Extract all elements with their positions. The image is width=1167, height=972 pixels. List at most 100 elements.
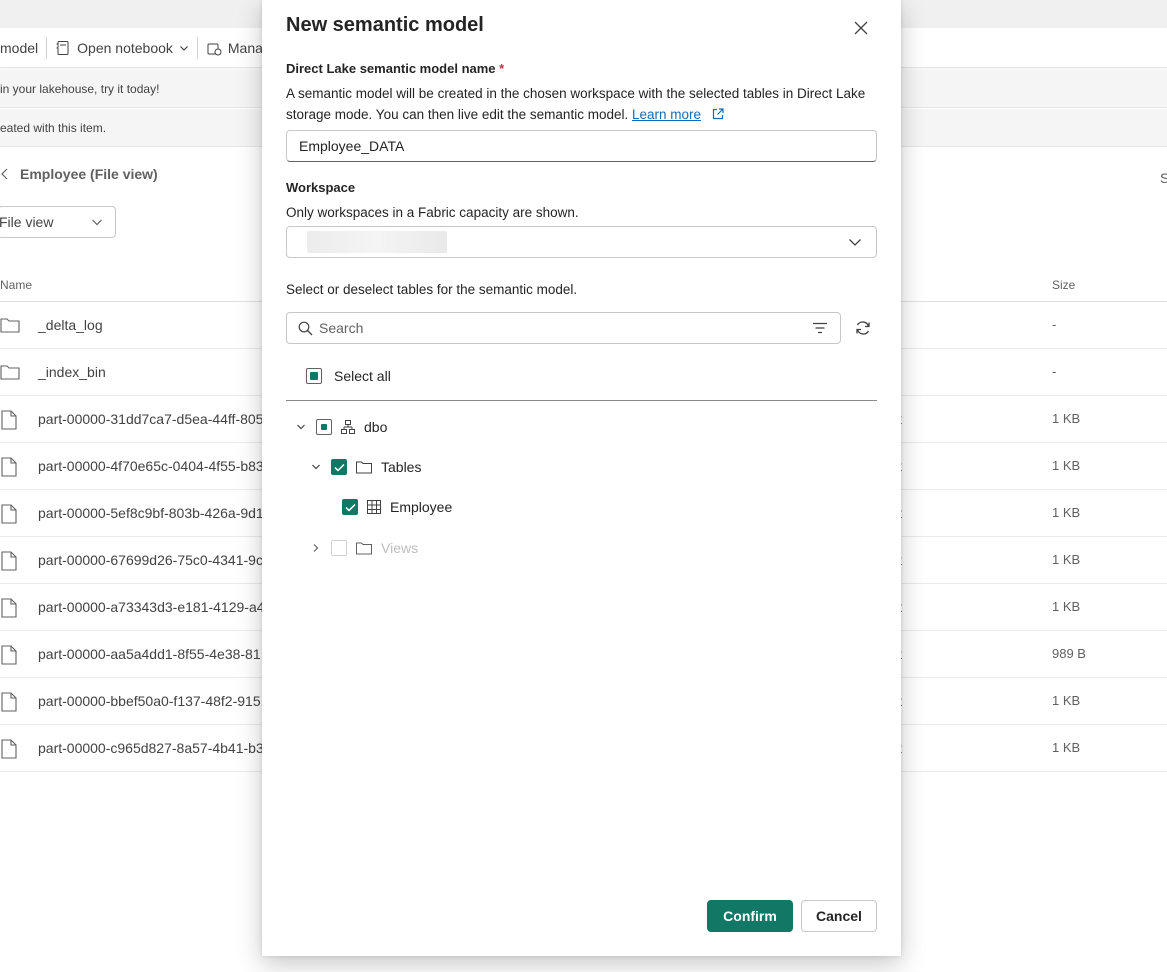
file-icon <box>0 551 18 574</box>
file-size: 1 KB <box>1052 458 1081 473</box>
confirm-button[interactable]: Confirm <box>707 900 793 932</box>
workspace-dropdown[interactable] <box>286 226 877 258</box>
file-name[interactable]: part-00000-a73343d3-e181-4129-a4 <box>38 599 265 615</box>
refresh-button[interactable] <box>852 317 874 339</box>
expand-toggle[interactable] <box>294 423 308 431</box>
manage-label: Mana <box>227 39 263 56</box>
file-size: 1 KB <box>1052 411 1081 426</box>
notebook-icon <box>56 40 69 55</box>
file-size: 1 KB <box>1052 693 1081 708</box>
tree-item-dbo[interactable]: dbo <box>294 419 387 435</box>
dialog-title: New semantic model <box>286 14 484 36</box>
workspace-label: Workspace <box>286 180 356 195</box>
open-notebook-label: Open notebook <box>77 39 173 56</box>
file-icon <box>0 410 18 433</box>
view-selector-label: File view <box>0 214 54 230</box>
tree-item-employee[interactable]: Employee <box>342 499 452 515</box>
workspace-value-redacted <box>307 231 447 253</box>
employee-checkbox[interactable] <box>342 499 358 515</box>
file-size: 989 B <box>1052 646 1086 661</box>
file-icon <box>0 739 18 762</box>
select-all-row[interactable]: Select all <box>306 368 391 384</box>
model-name-input[interactable] <box>286 130 877 162</box>
checkmark-icon <box>344 503 356 512</box>
table-search-box <box>286 312 841 344</box>
folder-icon <box>356 542 372 555</box>
description-text: A semantic model will be created in the … <box>286 86 866 122</box>
tables-checkbox[interactable] <box>331 459 347 475</box>
manage-button[interactable]: Mana <box>206 40 263 56</box>
file-size: - <box>1052 317 1057 332</box>
file-icon <box>0 457 18 480</box>
file-name[interactable]: _delta_log <box>38 317 103 333</box>
toolbar-separator <box>196 36 198 59</box>
file-size: 1 KB <box>1052 552 1081 567</box>
view-selector[interactable]: File view <box>0 206 116 238</box>
schema-icon <box>341 420 355 434</box>
chevron-down-icon <box>312 464 320 470</box>
employee-label: Employee <box>390 499 453 515</box>
folder-icon <box>0 363 20 384</box>
file-name[interactable]: part-00000-c965d827-8a57-4b41-b3 <box>38 740 264 756</box>
file-name[interactable]: part-00000-67699d26-75c0-4341-9c <box>38 552 263 568</box>
chevron-down-icon <box>92 219 102 226</box>
views-label: Views <box>381 540 419 556</box>
file-name[interactable]: part-00000-5ef8c9bf-803b-426a-9d1 <box>38 505 264 521</box>
breadcrumb-title: Employee (File view) <box>20 166 158 182</box>
filter-icon[interactable] <box>812 322 828 334</box>
file-icon <box>0 645 18 668</box>
dbo-checkbox[interactable] <box>316 419 332 435</box>
tables-label: Tables <box>381 459 422 475</box>
table-icon <box>367 500 381 514</box>
file-name[interactable]: part-00000-aa5a4dd1-8f55-4e38-81 <box>38 646 261 662</box>
file-icon <box>0 692 18 715</box>
workspace-hint: Only workspaces in a Fabric capacity are… <box>286 205 579 220</box>
select-all-label: Select all <box>334 368 391 384</box>
learn-more-link[interactable]: Learn more <box>632 107 701 122</box>
file-name[interactable]: _index_bin <box>38 364 106 380</box>
new-semantic-model-dialog: New semantic model Direct Lake semantic … <box>262 0 901 956</box>
manage-icon <box>207 43 222 55</box>
chevron-down-icon <box>179 45 188 51</box>
cancel-button[interactable]: Cancel <box>801 900 877 932</box>
expand-toggle[interactable] <box>309 543 323 553</box>
file-name[interactable]: part-00000-31dd7ca7-d5ea-44ff-805 <box>38 411 263 427</box>
folder-icon <box>356 461 372 474</box>
dbo-label: dbo <box>364 419 388 435</box>
toolbar-separator <box>46 36 48 59</box>
toolbar-model-button[interactable]: model <box>0 40 38 56</box>
search-input[interactable] <box>319 314 799 342</box>
file-size: - <box>1052 364 1057 379</box>
banner-text: eated with this item. <box>0 120 107 135</box>
close-button[interactable] <box>850 17 872 39</box>
chevron-left-icon[interactable] <box>0 168 10 180</box>
checkmark-icon <box>333 463 345 472</box>
tree-item-views[interactable]: Views <box>309 540 418 556</box>
views-checkbox[interactable] <box>331 540 347 556</box>
file-icon <box>0 504 18 527</box>
list-divider <box>286 400 877 401</box>
file-size: 1 KB <box>1052 599 1081 614</box>
file-name[interactable]: part-00000-bbef50a0-f137-48f2-915 <box>38 693 261 709</box>
open-notebook-button[interactable]: Open notebook <box>55 40 189 56</box>
file-icon <box>0 598 18 621</box>
file-name[interactable]: part-00000-4f70e65c-0404-4f55-b83 <box>38 458 264 474</box>
tables-hint: Select or deselect tables for the semant… <box>286 282 578 297</box>
dialog-footer: Confirm Cancel <box>262 900 901 932</box>
column-header-name[interactable]: Name <box>0 278 32 292</box>
mixed-indicator <box>310 372 318 380</box>
model-name-label-text: Direct Lake semantic model name <box>286 61 496 76</box>
toolbar-model-label: model <box>0 39 39 56</box>
file-size: 1 KB <box>1052 505 1081 520</box>
select-all-checkbox[interactable] <box>306 368 322 384</box>
column-header-size[interactable]: Size <box>1052 278 1075 292</box>
banner-text: in your lakehouse, try it today! <box>0 81 160 96</box>
partial-indicator <box>321 424 327 430</box>
chevron-down-icon <box>849 239 861 246</box>
expand-toggle[interactable] <box>309 463 323 471</box>
close-icon <box>854 21 868 35</box>
tree-item-tables[interactable]: Tables <box>309 459 421 475</box>
chevron-right-icon <box>313 544 319 552</box>
right-edge-letter: S <box>1160 170 1167 186</box>
external-link-icon[interactable] <box>711 107 725 121</box>
